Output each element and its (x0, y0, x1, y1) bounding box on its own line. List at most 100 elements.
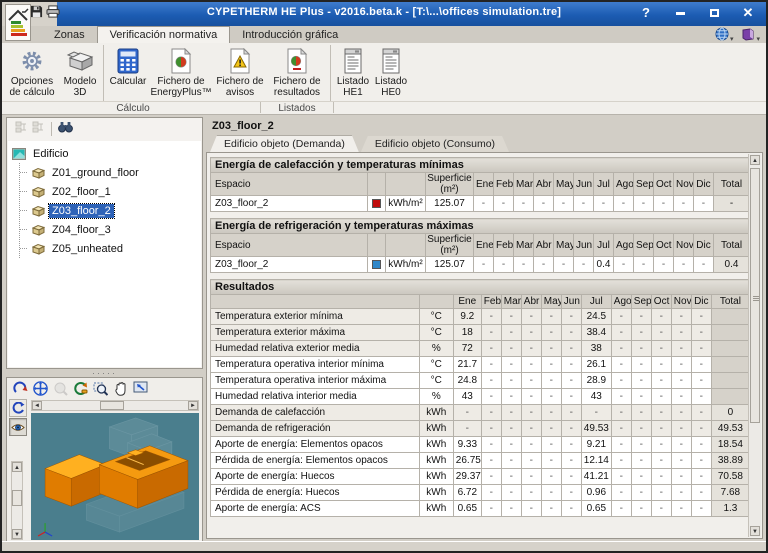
scroll-down-arrow[interactable]: ▼ (12, 529, 22, 539)
month-col-header: Sep (630, 294, 652, 309)
tab-zonas[interactable]: Zonas (42, 27, 97, 43)
zoom-extents-icon[interactable] (32, 380, 49, 397)
month-value-cell: - (500, 388, 522, 405)
panel-splitter[interactable]: ····· (6, 368, 203, 378)
modelo-3d-button[interactable]: Modelo 3D (60, 45, 100, 100)
scroll-left-arrow[interactable]: ◄ (32, 401, 42, 410)
fichero-energyplus-button[interactable]: Fichero de EnergyPlus™ (149, 45, 213, 100)
scroll-thumb[interactable] (100, 401, 124, 410)
ribbon-group-labels: Cálculo Listados (2, 101, 766, 114)
app-logo-icon[interactable] (5, 4, 31, 41)
month-value-cell: - (480, 484, 502, 501)
row-label: Temperatura exterior mínima (210, 308, 420, 325)
model-3d-viewport[interactable] (31, 413, 199, 540)
tab-introduccion-grafica[interactable]: Introducción gráfica (230, 27, 350, 43)
group-label-calculo: Cálculo (116, 103, 150, 114)
fullscreen-icon[interactable] (132, 380, 149, 397)
month-value-cell: - (650, 340, 672, 357)
scroll-up-arrow[interactable]: ▲ (750, 155, 760, 165)
month-value-cell: - (650, 356, 672, 373)
month-value-cell: - (612, 195, 634, 212)
fichero-avisos-button[interactable]: Fichero de avisos (213, 45, 267, 100)
tab-edificio-objeto-consumo[interactable]: Edificio objeto (Consumo) (361, 136, 509, 152)
scroll-right-arrow[interactable]: ► (188, 401, 198, 410)
listado-he0-button[interactable]: Listado HE0 (372, 45, 410, 100)
total-cell: 1.3 (710, 500, 751, 517)
month-col-header: Oct (653, 233, 674, 257)
month-value-cell: - (670, 340, 692, 357)
month-value-cell: - (480, 452, 502, 469)
help-button[interactable]: ? (636, 4, 656, 22)
unit-cell: kWh (418, 484, 454, 501)
tree-item-z03-floor-2[interactable]: Z03_floor_2 (20, 201, 201, 220)
printer-icon[interactable] (46, 5, 60, 23)
visibility-eye-icon[interactable] (9, 418, 27, 436)
save-icon[interactable] (30, 5, 43, 23)
total-cell: 49.53 (710, 420, 751, 437)
tree-item-label: Z04_floor_3 (52, 223, 111, 236)
month-value-cell: - (630, 500, 652, 517)
month-col-header: Feb (492, 172, 514, 196)
cooling-color-swatch (372, 259, 381, 269)
month-value-cell: 72 (452, 340, 482, 357)
month-value-cell: - (560, 308, 582, 325)
tree-item-z02-floor-1[interactable]: Z02_floor_1 (20, 182, 201, 201)
cooling-table: Energía de refrigeración y temperaturas … (210, 218, 750, 273)
zoom-previous-icon-disabled (52, 380, 69, 397)
col-color (366, 172, 386, 196)
orbit-icon[interactable] (72, 380, 89, 397)
month-value-cell: - (520, 324, 542, 341)
minimize-button[interactable] (670, 4, 690, 22)
month-value-cell: 0.65 (580, 500, 612, 517)
tree-item-edificio[interactable]: Edificio (12, 144, 201, 163)
gear-icon (19, 46, 45, 76)
month-value-cell: - (652, 195, 674, 212)
month-col-header: May (553, 233, 574, 257)
ribbon-tab-row: Zonas Verificación normativa Introducció… (2, 26, 766, 43)
zoom-window-icon[interactable] (92, 380, 109, 397)
month-value-cell: - (690, 372, 712, 389)
calcular-button[interactable]: Calcular (107, 45, 149, 100)
scroll-down-arrow[interactable]: ▼ (750, 526, 760, 536)
opciones-de-calculo-button[interactable]: Opciones de cálculo (4, 45, 60, 100)
tree-item-z05-unheated[interactable]: Z05_unheated (20, 239, 201, 258)
binoculars-search-icon[interactable] (58, 120, 73, 138)
maximize-button[interactable] (704, 4, 724, 22)
tab-verificacion-normativa[interactable]: Verificación normativa (96, 26, 231, 43)
month-value-cell: - (630, 324, 652, 341)
close-button[interactable]: ✕ (738, 4, 758, 22)
tree-item-z04-floor-3[interactable]: Z04_floor_3 (20, 220, 201, 239)
viewport-vertical-scrollbar[interactable]: ▲ ▼ (11, 461, 23, 540)
expand-tree-icon[interactable] (32, 120, 45, 138)
row-label: Demanda de calefacción (210, 404, 420, 421)
results-table: Resultados Ene Feb Mar Abr May Jun Jul Ago Sep Oc… (210, 279, 751, 517)
pan-hand-icon[interactable] (112, 380, 129, 397)
viewport-horizontal-scrollbar[interactable]: ◄ ► (31, 400, 199, 411)
month-value-cell: - (670, 404, 692, 421)
month-value-cell: 38.4 (580, 324, 612, 341)
month-value-cell: - (560, 356, 582, 373)
scroll-thumb[interactable] (750, 168, 760, 423)
month-col-header: Ene (473, 233, 494, 257)
unit-cell: kWh (418, 468, 454, 485)
row-label: Aporte de energía: Huecos (210, 468, 420, 485)
row-label: Humedad relativa exterior media (210, 340, 420, 357)
scroll-up-arrow[interactable]: ▲ (12, 462, 22, 472)
tree-item-z01-ground-floor[interactable]: Z01_ground_floor (20, 163, 201, 182)
fichero-resultados-button[interactable]: Fichero de resultados (267, 45, 327, 100)
spin-model-icon[interactable] (9, 399, 27, 417)
scroll-thumb[interactable] (12, 490, 22, 506)
month-value-cell: - (670, 308, 692, 325)
rotate-view-icon[interactable] (12, 380, 29, 397)
tab-edificio-objeto-demanda[interactable]: Edificio objeto (Demanda) (210, 135, 359, 152)
content-vertical-scrollbar[interactable]: ▲ ▼ (748, 154, 761, 537)
month-value-cell: - (610, 356, 632, 373)
col-espacio: Espacio (210, 233, 368, 257)
listado-he1-button[interactable]: Listado HE1 (334, 45, 372, 100)
color-cell (366, 195, 386, 212)
file-warning-icon (229, 46, 251, 76)
month-value-cell: - (500, 372, 522, 389)
collapse-tree-icon[interactable] (15, 120, 28, 138)
month-value-cell: - (560, 500, 582, 517)
results-row: Pérdida de energía: Huecos kWh 6.72- - - - -0.… (210, 484, 751, 501)
